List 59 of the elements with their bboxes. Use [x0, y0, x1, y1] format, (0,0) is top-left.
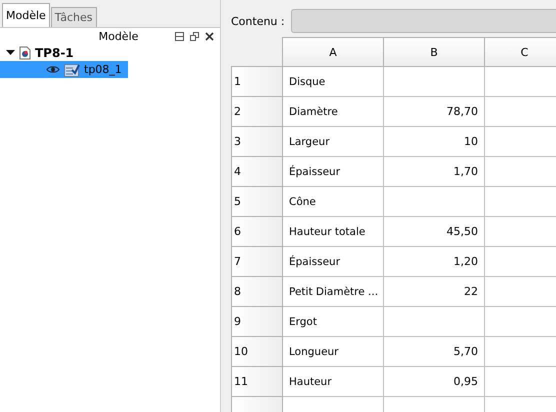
table-cell: Hauteur	[283, 367, 384, 397]
close-icon[interactable]	[205, 32, 214, 40]
row-header[interactable]: 2	[231, 97, 283, 127]
table-cell	[485, 337, 556, 367]
panel-title: Modèle	[98, 30, 140, 42]
table-cell: 22	[384, 277, 485, 307]
table-cell	[485, 127, 556, 157]
table-cell	[485, 187, 556, 217]
dock-icon[interactable]	[175, 32, 184, 40]
table-cell: 1,20	[384, 247, 485, 277]
row-header[interactable]: 6	[231, 217, 283, 247]
table-cell	[485, 277, 556, 307]
table-cell: Largeur	[283, 127, 384, 157]
table-cell: 1,70	[384, 157, 485, 187]
table-cell: Hauteur totale	[283, 217, 384, 247]
table-cell: 78,70	[384, 97, 485, 127]
row-header[interactable]: 10	[231, 337, 283, 367]
table-cell: Épaisseur	[283, 247, 384, 277]
table-cell: Petit Diamètre ...	[283, 277, 384, 307]
column-header[interactable]: C	[485, 37, 556, 67]
panel-tab[interactable]: Tâches	[50, 7, 96, 27]
float-icon[interactable]	[190, 32, 199, 40]
row-header[interactable]: 3	[231, 127, 283, 157]
table-cell: Cône	[283, 187, 384, 217]
table-cell: 10	[384, 127, 485, 157]
table-cell	[485, 67, 556, 97]
row-header[interactable]: 8	[231, 277, 283, 307]
table-cell	[485, 367, 556, 397]
column-header[interactable]: B	[384, 37, 485, 67]
table-cell: 0,95	[384, 367, 485, 397]
content-field[interactable]	[290, 9, 556, 33]
document-icon	[19, 46, 31, 60]
table-cell	[485, 217, 556, 247]
table-cell: 5,70	[384, 337, 485, 367]
table-cell	[485, 247, 556, 277]
tree-item-label: tp08_1	[84, 63, 122, 76]
row-header[interactable]: 4	[231, 157, 283, 187]
tree-item-row[interactable]: tp08_1	[0, 61, 128, 78]
row-header[interactable]: 1	[231, 67, 283, 97]
table-cell	[485, 307, 556, 337]
content-label: Contenu :	[231, 14, 285, 28]
table-cell	[485, 157, 556, 187]
row-header[interactable]: 11	[231, 367, 283, 397]
spreadsheet-icon	[64, 62, 80, 76]
row-header[interactable]: 7	[231, 247, 283, 277]
eye-icon[interactable]	[46, 65, 60, 74]
tree-item[interactable]: TP8-1	[35, 46, 74, 60]
table-cell: 45,50	[384, 217, 485, 247]
table-cell: Épaisseur	[283, 157, 384, 187]
table-cell: Disque	[283, 67, 384, 97]
table-cell: Ergot	[283, 307, 384, 337]
column-header[interactable]: A	[283, 37, 384, 67]
row-header[interactable]: 9	[231, 307, 283, 337]
table-cell: Longueur	[283, 337, 384, 367]
table-cell	[485, 97, 556, 127]
panel-tab[interactable]: Modèle	[2, 3, 50, 27]
expand-arrow-icon[interactable]	[6, 48, 15, 57]
table-cell: Diamètre	[283, 97, 384, 127]
row-header[interactable]: 5	[231, 187, 283, 217]
